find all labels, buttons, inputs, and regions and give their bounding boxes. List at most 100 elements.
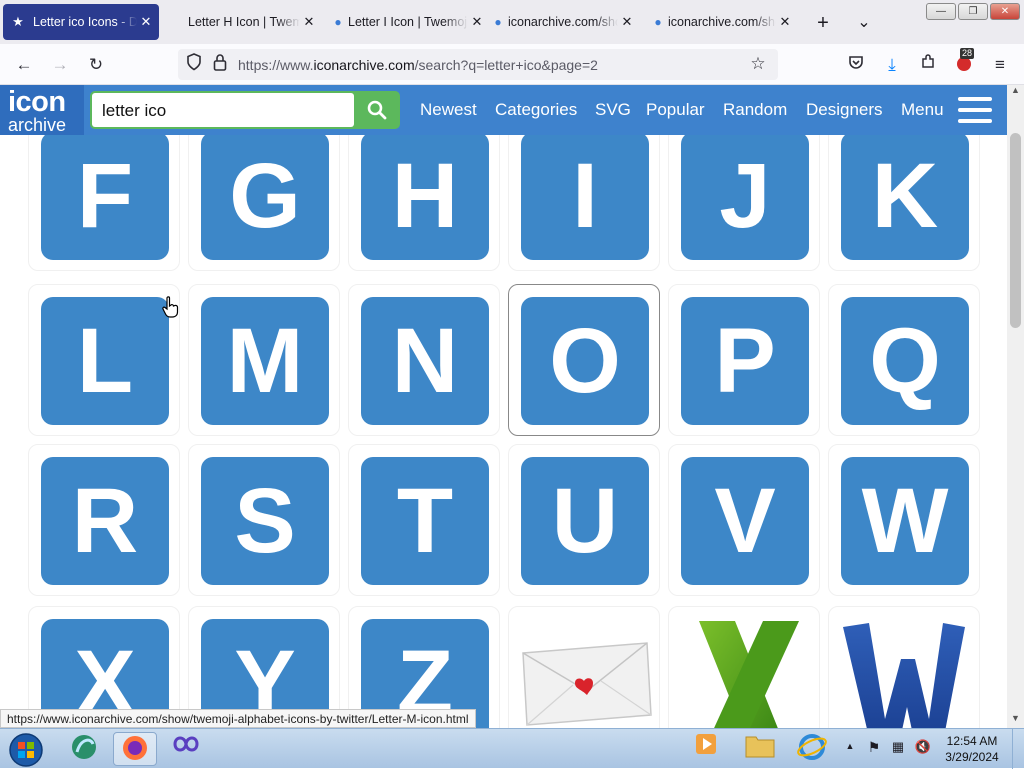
tab-3[interactable]: ● Letter I Icon | Twemoji ✕ [328,4,486,40]
icon-card-s[interactable]: S [188,444,340,596]
close-window-button[interactable]: ✕ [990,3,1020,20]
icon-card-green-x[interactable] [668,606,820,728]
nav-menu[interactable]: Menu [901,100,944,120]
search-input[interactable]: letter ico [92,93,354,127]
nav-designers[interactable]: Designers [806,100,883,120]
system-clock[interactable]: 12:54 AM 3/29/2024 [942,733,1002,765]
icon-card-o[interactable]: O [508,284,660,436]
tab-5[interactable]: ● iconarchive.com/show ✕ [648,4,794,40]
icon-card-l[interactable]: L [28,284,180,436]
icon-card-p[interactable]: P [668,284,820,436]
address-bar[interactable]: https://www.iconarchive.com/search?q=let… [178,49,778,80]
close-tab-icon[interactable]: ✕ [618,14,636,30]
close-tab-icon[interactable]: ✕ [776,14,794,30]
letter-tile: F [41,135,169,260]
show-desktop-button[interactable] [1012,729,1024,769]
volume-muted-icon[interactable]: 🔇 [914,739,932,755]
firefox-icon [123,736,147,760]
tab-4[interactable]: ● iconarchive.com/show ✕ [488,4,636,40]
tab-title: Letter ico Icons - Do [33,15,137,29]
scrollbar-thumb[interactable] [1010,133,1021,328]
search-icon [367,100,387,120]
icon-card-v[interactable]: V [668,444,820,596]
tab-title: iconarchive.com/show [508,15,618,29]
icon-card-k[interactable]: K [828,135,980,271]
icon-card-m[interactable]: M [188,284,340,436]
forward-icon[interactable]: → [48,54,72,76]
icon-card-f[interactable]: F [28,135,180,271]
scroll-down-arrow-icon[interactable]: ▼ [1007,713,1024,727]
letter-tile: L [41,297,169,425]
network-icon[interactable]: ▦ [890,739,906,755]
list-tabs-icon[interactable]: ⌄ [853,12,875,32]
media-player-icon [696,734,716,754]
icon-card-n[interactable]: N [348,284,500,436]
icon-card-envelope[interactable] [508,606,660,728]
back-icon[interactable]: ← [12,54,36,76]
app-menu-icon[interactable]: ≡ [988,54,1012,76]
nav-newest[interactable]: Newest [420,100,477,120]
restore-button[interactable]: ❐ [958,3,988,20]
icon-card-w[interactable]: W [828,444,980,596]
clock-time: 12:54 AM [946,734,998,748]
icon-card-t[interactable]: T [348,444,500,596]
tab-1[interactable]: ★ Letter ico Icons - Do ✕ [3,4,159,40]
taskbar-ie[interactable] [790,732,834,766]
start-button[interactable] [4,732,48,767]
icon-card-i[interactable]: I [508,135,660,271]
logo-line2: archive [8,115,67,135]
close-tab-icon[interactable]: ✕ [300,14,318,30]
nav-toolbar: ← → ↻ https://www.iconarchive.com/search… [0,44,1024,85]
nav-popular[interactable]: Popular [646,100,705,120]
extension-addon-icon[interactable]: 28 [952,48,976,76]
action-center-flag-icon[interactable]: ⚑ [866,739,882,756]
reload-icon[interactable]: ↻ [84,54,108,76]
download-icon[interactable]: ⤓ [880,54,904,76]
show-hidden-icons-icon[interactable]: ▲ [844,741,856,751]
close-tab-icon[interactable]: ✕ [137,14,155,30]
taskbar: ▲ ⚑ ▦ 🔇 12:54 AM 3/29/2024 [0,728,1024,769]
icon-card-r[interactable]: R [28,444,180,596]
taskbar-app-1[interactable] [62,732,106,766]
scroll-up-arrow-icon[interactable]: ▲ [1007,85,1024,99]
taskbar-explorer[interactable] [738,732,782,766]
letter-tile: Q [841,297,969,425]
hamburger-menu-icon[interactable] [958,97,992,123]
letter-tile: O [521,297,649,425]
icon-card-g[interactable]: G [188,135,340,271]
icon-card-j[interactable]: J [668,135,820,271]
page-scrollbar[interactable]: ▲ ▼ [1007,85,1024,728]
hand-cursor-icon [162,296,179,318]
extensions-icon[interactable] [916,54,940,76]
windows-logo-icon [9,733,43,767]
pocket-icon[interactable] [844,54,868,76]
lock-icon[interactable] [208,53,232,75]
url-domain: iconarchive.com [313,57,415,73]
taskbar-firefox[interactable] [113,732,157,766]
search-button[interactable] [356,93,398,127]
tab-indicator-icon: ● [654,15,662,29]
shield-icon[interactable] [182,53,206,75]
green-x-icon [699,621,799,728]
nav-random[interactable]: Random [723,100,787,120]
icon-card-u[interactable]: U [508,444,660,596]
site-logo[interactable]: icon archive [0,85,84,139]
letter-tile: S [201,457,329,585]
taskbar-media-player[interactable] [684,732,728,766]
taskbar-app-3[interactable] [164,732,208,766]
close-tab-icon[interactable]: ✕ [468,14,486,30]
nav-categories[interactable]: Categories [495,100,577,120]
minimize-button[interactable]: — [926,3,956,20]
site-header: icon archive letter ico Newest Categorie… [0,85,1007,139]
bookmark-star-icon[interactable]: ☆ [746,53,770,75]
icon-card-h[interactable]: H [348,135,500,271]
letter-tile: K [841,135,969,260]
nav-svg[interactable]: SVG [595,100,631,120]
icon-card-blue-w[interactable] [828,606,980,728]
letter-tile: W [841,457,969,585]
tab-2[interactable]: Letter H Icon | Twemoji ✕ [168,4,318,40]
icon-card-q[interactable]: Q [828,284,980,436]
search-form: letter ico [90,91,400,129]
url-prefix: https://www. [238,57,314,73]
new-tab-icon[interactable]: + [812,12,834,35]
